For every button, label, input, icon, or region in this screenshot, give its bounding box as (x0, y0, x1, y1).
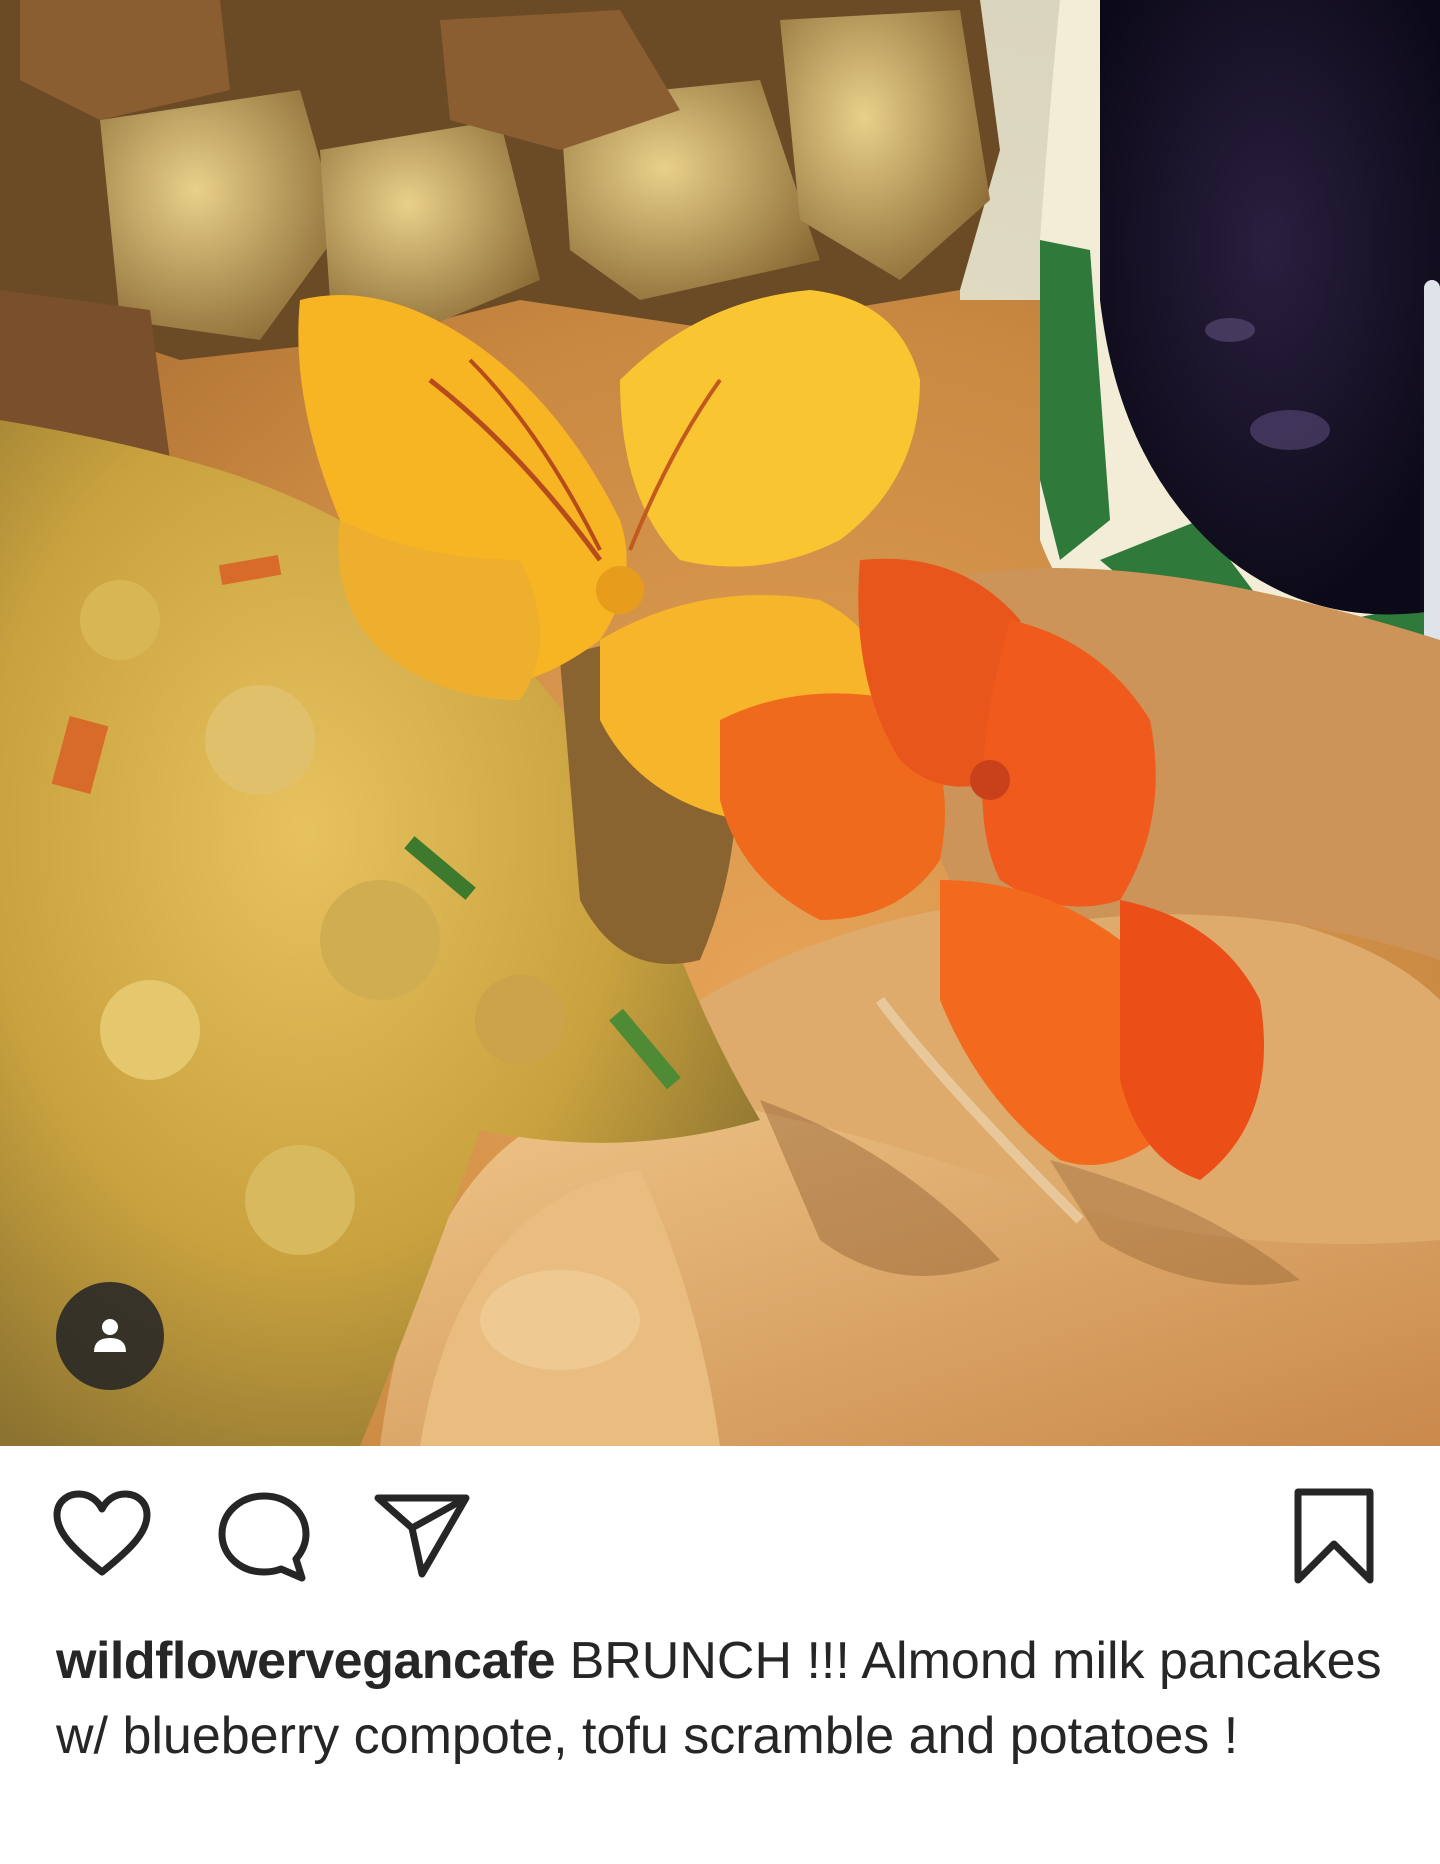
post-caption: wildflowervegancafe BRUNCH !!! Almond mi… (56, 1624, 1386, 1774)
post-action-bar (0, 1446, 1440, 1596)
post-image[interactable] (0, 0, 1440, 1446)
food-photo (0, 0, 1440, 1446)
comment-button[interactable] (216, 1490, 312, 1584)
person-icon (94, 1319, 126, 1352)
paper-plane-icon (374, 1494, 470, 1578)
heart-icon (53, 1490, 151, 1576)
caption-username[interactable]: wildflowervegancafe (56, 1632, 556, 1690)
like-button[interactable] (52, 1490, 152, 1580)
bookmark-icon (1294, 1488, 1374, 1584)
share-button[interactable] (372, 1490, 472, 1580)
tag-people-button[interactable] (56, 1282, 164, 1390)
comment-bubble-icon (218, 1492, 310, 1582)
save-button[interactable] (1290, 1486, 1378, 1586)
